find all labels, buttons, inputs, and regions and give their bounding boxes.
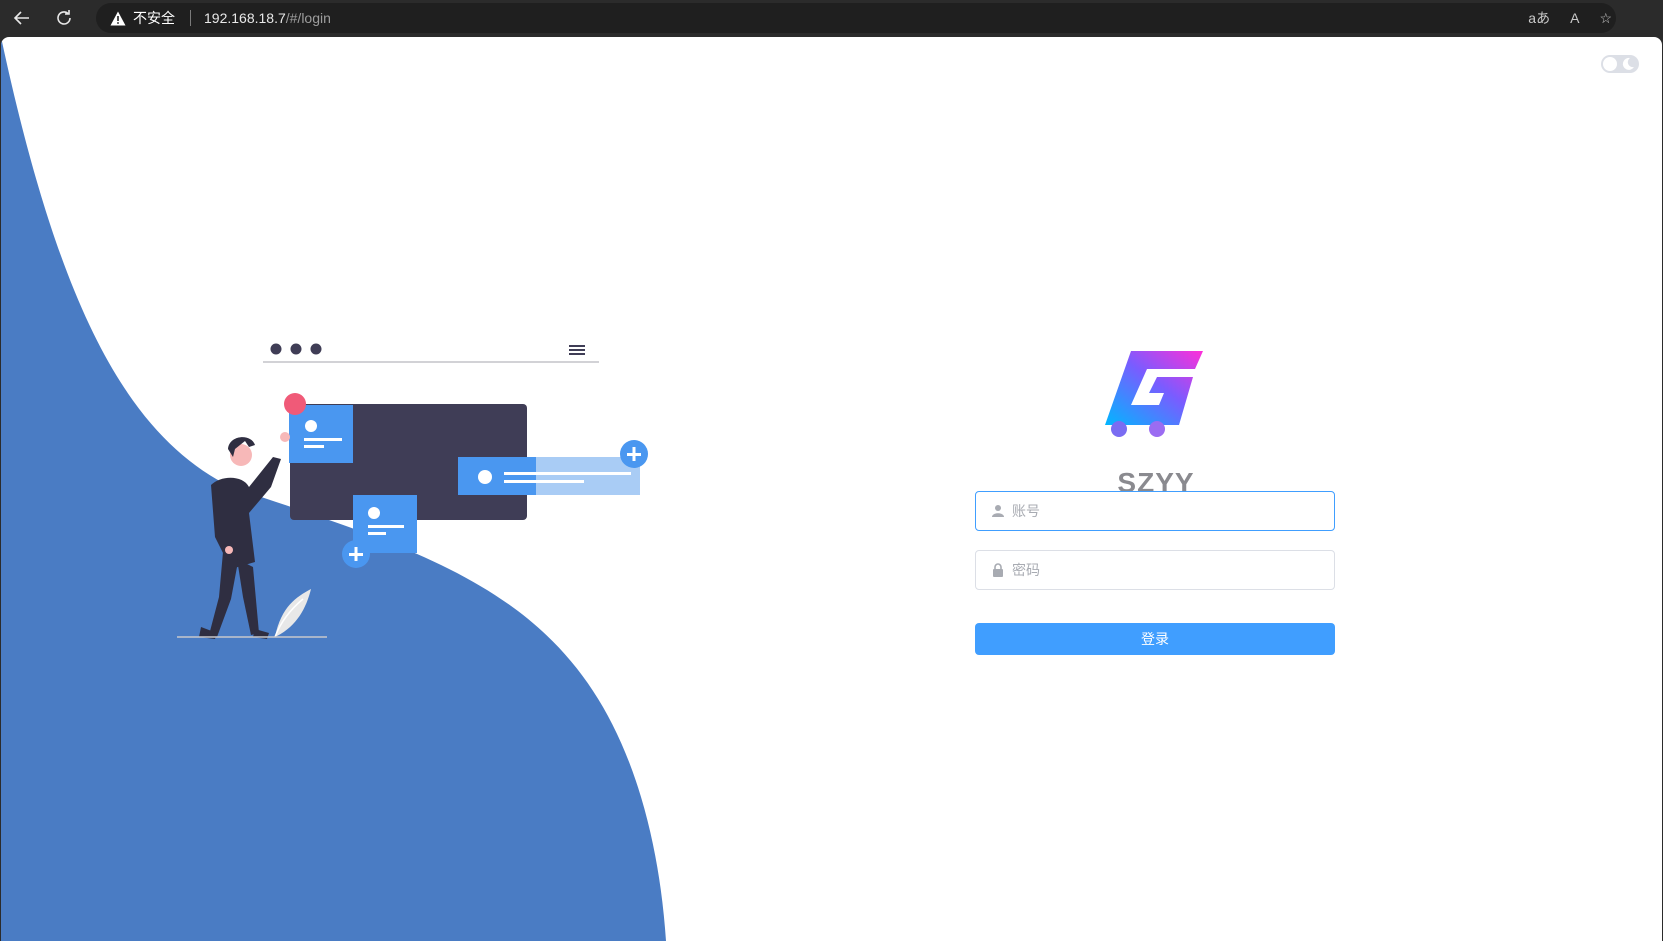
url-host: 192.168.18.7 (204, 10, 286, 26)
user-icon (992, 505, 1004, 517)
moon-icon (1622, 57, 1634, 70)
password-field[interactable] (975, 550, 1335, 590)
username-field[interactable] (975, 491, 1335, 531)
login-illustration (177, 343, 648, 639)
address-actions: aあ A ☆ (1528, 3, 1616, 33)
theme-toggle[interactable] (1601, 55, 1639, 73)
reload-button[interactable] (50, 4, 78, 32)
favorite-star-icon[interactable]: ☆ (1599, 10, 1612, 27)
username-input[interactable] (1012, 492, 1322, 530)
warning-icon (110, 11, 126, 25)
address-bar[interactable]: 不安全 192.168.18.7/#/login aあ A ☆ (96, 3, 1616, 33)
reload-icon (57, 10, 71, 25)
app-logo (1105, 351, 1203, 437)
back-button[interactable] (8, 4, 36, 32)
url-path: /#/login (285, 10, 331, 26)
back-arrow-icon (13, 11, 29, 25)
toggle-knob (1603, 57, 1617, 71)
address-separator (190, 10, 191, 26)
translate-icon[interactable]: aあ (1528, 8, 1550, 28)
login-button[interactable]: 登录 (975, 623, 1335, 655)
lock-icon (993, 563, 1003, 577)
security-indicator[interactable]: 不安全 (110, 3, 175, 33)
login-page: SZYY 登录 (1, 37, 1662, 941)
browser-toolbar: 不安全 192.168.18.7/#/login aあ A ☆ (0, 0, 1663, 36)
read-aloud-icon[interactable]: A (1570, 10, 1579, 26)
password-input[interactable] (1012, 551, 1322, 589)
url-text[interactable]: 192.168.18.7/#/login (204, 3, 331, 33)
security-label: 不安全 (133, 10, 175, 26)
